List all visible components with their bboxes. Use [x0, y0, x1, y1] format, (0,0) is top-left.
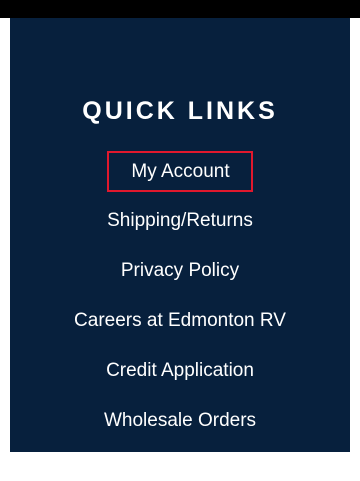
credit-application-link[interactable]: Credit Application — [106, 359, 254, 383]
privacy-policy-link[interactable]: Privacy Policy — [121, 259, 239, 283]
careers-link[interactable]: Careers at Edmonton RV — [74, 309, 286, 333]
list-item: Shipping/Returns — [10, 196, 350, 246]
top-strip — [0, 0, 360, 18]
wholesale-orders-link[interactable]: Wholesale Orders — [104, 409, 256, 433]
quick-links-list: My Account Shipping/Returns Privacy Poli… — [10, 146, 350, 446]
list-item: Privacy Policy — [10, 246, 350, 296]
my-account-link[interactable]: My Account — [107, 150, 253, 192]
shipping-returns-link[interactable]: Shipping/Returns — [107, 209, 253, 233]
list-item: My Account — [10, 146, 350, 196]
list-item: Wholesale Orders — [10, 396, 350, 446]
quick-links-footer: QUICK LINKS My Account Shipping/Returns … — [10, 18, 350, 452]
quick-links-heading: QUICK LINKS — [82, 97, 278, 125]
list-item: Careers at Edmonton RV — [10, 296, 350, 346]
list-item: Credit Application — [10, 346, 350, 396]
